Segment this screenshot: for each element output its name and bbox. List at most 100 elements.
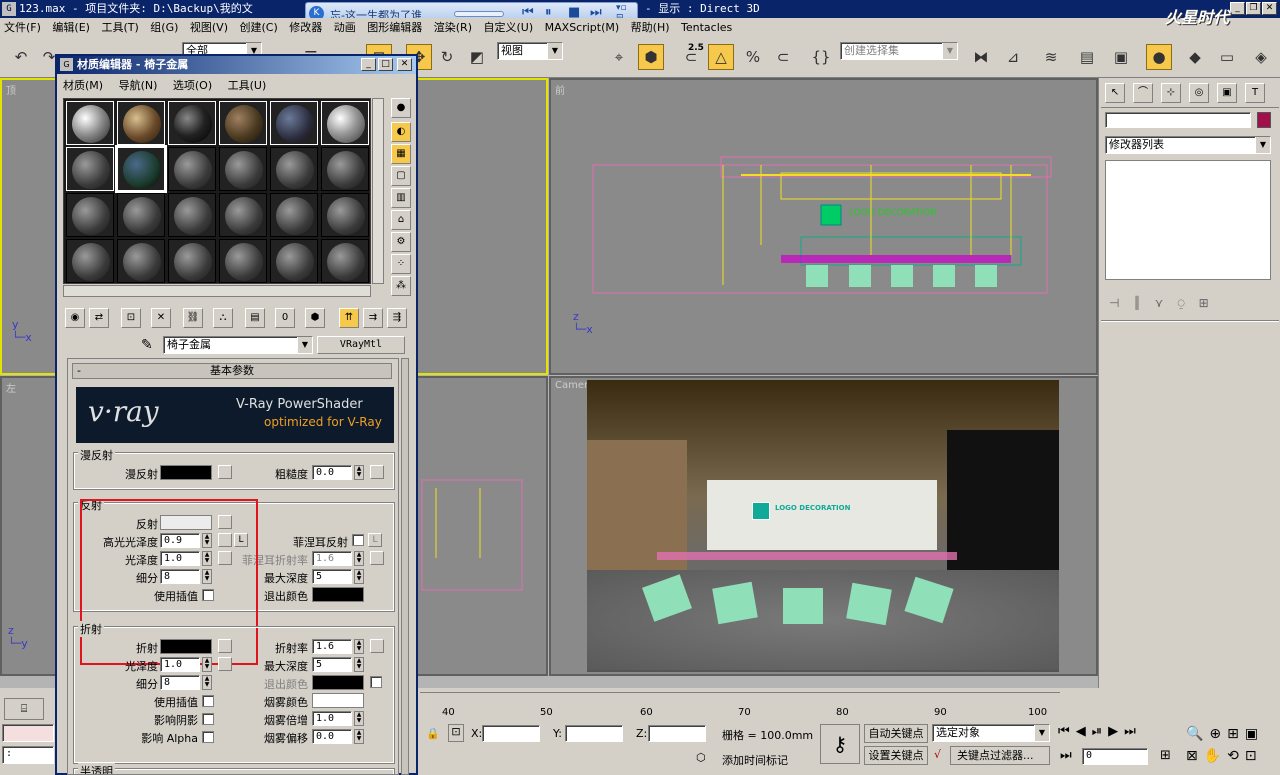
fog-bias-spinner[interactable]: ▲ ▼ <box>354 729 364 744</box>
material-editor-icon[interactable]: ● <box>1146 44 1172 70</box>
sample-slot-2[interactable] <box>117 101 165 145</box>
menu-tentacles[interactable]: Tentacles <box>681 21 732 34</box>
viewport-nav-bottom[interactable]: ⊠✋⟲⊡ <box>1186 748 1263 764</box>
ior-field[interactable]: 1.6 <box>312 639 352 654</box>
affect-shadows-checkbox[interactable] <box>202 713 214 725</box>
menu-maxscript[interactable]: MAXScript(M) <box>545 21 620 34</box>
auto-key-button[interactable]: 自动关键点 <box>864 724 928 743</box>
maxscript-listener-field[interactable] <box>2 724 54 742</box>
pick-from-object-icon[interactable]: ⇶ <box>387 308 407 328</box>
fresnel-checkbox[interactable] <box>352 534 364 546</box>
ior-map-button[interactable] <box>370 639 384 653</box>
params-scrollbar[interactable] <box>401 358 409 775</box>
material-name-field[interactable]: 椅子金属 ▼ <box>163 336 313 354</box>
menu-view[interactable]: 视图(V) <box>190 21 228 34</box>
diffuse-color-swatch[interactable] <box>160 465 212 480</box>
y-coord-field[interactable] <box>565 725 623 742</box>
key-mode-icon[interactable]: √ <box>934 748 941 761</box>
roughness-map-button[interactable] <box>370 465 384 479</box>
ior-spinner[interactable]: ▲ ▼ <box>354 639 364 654</box>
viewport-camera[interactable]: Camera01 LOGO DECORATION <box>549 376 1098 676</box>
select-scale-icon[interactable]: ◩ <box>464 44 490 70</box>
key-filters-button[interactable]: 关键点过滤器... <box>950 746 1050 765</box>
mat-menu-material[interactable]: 材质(M) <box>63 79 103 92</box>
minimize-button[interactable]: _ <box>1230 2 1245 15</box>
edit-named-selection-icon[interactable]: {} <box>808 44 834 70</box>
select-by-material-icon[interactable]: ⁘ <box>391 254 411 274</box>
refl-exit-color-swatch[interactable] <box>312 587 364 602</box>
sample-slot-12[interactable] <box>321 147 369 191</box>
modifier-stack[interactable] <box>1105 160 1271 280</box>
sample-slot-1[interactable] <box>66 101 114 145</box>
menu-tools[interactable]: 工具(T) <box>101 21 138 34</box>
refr-interp-checkbox[interactable] <box>202 695 214 707</box>
object-name-field[interactable] <box>1105 112 1251 128</box>
align-icon[interactable]: ⊿ <box>1000 44 1026 70</box>
rendered-frame-icon[interactable]: ▭ <box>1214 44 1240 70</box>
named-selection-dropdown[interactable]: 创建选择集 ▼ <box>840 42 958 60</box>
refl-maxdepth-field[interactable]: 5 <box>312 569 352 584</box>
show-end-result-icon[interactable]: ⬢ <box>305 308 325 328</box>
mini-listener-icon[interactable]: ⌸ <box>4 698 44 720</box>
mirror-icon[interactable]: ⧓ <box>968 44 994 70</box>
assign-to-selection-icon[interactable]: ⊡ <box>121 308 141 328</box>
sample-slot-10[interactable] <box>219 147 267 191</box>
sample-slot-23[interactable] <box>270 239 318 283</box>
quick-render-icon[interactable]: ◈ <box>1248 44 1274 70</box>
sample-slot-19[interactable] <box>66 239 114 283</box>
menu-help[interactable]: 帮助(H) <box>631 21 670 34</box>
fog-mult-spinner[interactable]: ▲ ▼ <box>354 711 364 726</box>
current-frame-field[interactable]: 0 <box>1082 748 1148 765</box>
mat-menu-utilities[interactable]: 工具(U) <box>228 79 267 92</box>
key-mode-toggle-icon[interactable]: ⏭ <box>1060 748 1072 763</box>
sample-slot-4[interactable] <box>219 101 267 145</box>
uv-tiling-icon[interactable]: ▢ <box>391 166 411 186</box>
mat-close-button[interactable]: ✕ <box>397 58 412 71</box>
playback-controls[interactable]: ⏮◀⏯▶⏭ <box>1058 724 1142 739</box>
spinner-snap-icon[interactable]: ⊂ <box>770 44 796 70</box>
refr-subdiv-field[interactable]: 8 <box>160 675 200 690</box>
mat-maximize-button[interactable]: □ <box>378 58 393 71</box>
absolute-mode-icon[interactable]: ⊡ <box>448 724 464 742</box>
select-rotate-icon[interactable]: ↻ <box>434 44 460 70</box>
material-type-button[interactable]: VRayMtl <box>317 336 405 354</box>
put-to-scene-icon[interactable]: ⇄ <box>89 308 109 328</box>
fog-mult-field[interactable]: 1.0 <box>312 711 352 726</box>
make-preview-icon[interactable]: ⌂ <box>391 210 411 230</box>
video-color-check-icon[interactable]: ▥ <box>391 188 411 208</box>
modifier-list-dropdown[interactable]: 修改器列表 ▼ <box>1105 136 1271 154</box>
add-time-tag[interactable]: 添加时间标记 <box>722 752 788 768</box>
viewport-front[interactable]: 前 LOGO DECORATION z └─x <box>549 78 1098 375</box>
menu-rendering[interactable]: 渲染(R) <box>434 21 472 34</box>
sample-slot-15[interactable] <box>168 193 216 237</box>
sample-slot-14[interactable] <box>117 193 165 237</box>
schematic-view-icon[interactable]: ▣ <box>1108 44 1134 70</box>
sample-slot-17[interactable] <box>270 193 318 237</box>
fresnel-lock-button[interactable]: L <box>368 533 382 547</box>
sample-slot-6[interactable] <box>321 101 369 145</box>
sample-slots-grid[interactable] <box>63 98 371 284</box>
time-tag-icon[interactable]: ⬡ <box>696 751 706 764</box>
refr-gloss-map-button[interactable] <box>218 657 232 671</box>
refl-maxdepth-spinner[interactable]: ▲ ▼ <box>354 569 364 584</box>
display-tab-icon[interactable]: ▣ <box>1217 83 1237 103</box>
fog-color-swatch[interactable] <box>312 693 364 708</box>
curve-editor-icon[interactable]: ▤ <box>1074 44 1100 70</box>
set-key-icon[interactable]: ⚷ <box>820 724 860 764</box>
affect-alpha-checkbox[interactable] <box>202 731 214 743</box>
mat-menu-options[interactable]: 选项(O) <box>173 79 212 92</box>
menu-customize[interactable]: 自定义(U) <box>484 21 534 34</box>
x-coord-field[interactable] <box>482 725 540 742</box>
time-config-icon[interactable]: ⊞ <box>1160 748 1171 763</box>
refr-exit-color-swatch[interactable] <box>312 675 364 690</box>
create-tab-icon[interactable]: ↖ <box>1105 83 1125 103</box>
layer-manager-icon[interactable]: ≋ <box>1038 44 1064 70</box>
refr-maxdepth-spinner[interactable]: ▲ ▼ <box>354 657 364 672</box>
go-forward-sibling-icon[interactable]: ⇉ <box>363 308 383 328</box>
sample-slot-18[interactable] <box>321 193 369 237</box>
get-material-icon[interactable]: ◉ <box>65 308 85 328</box>
menu-group[interactable]: 组(G) <box>150 21 178 34</box>
make-unique-icon[interactable]: ⛓ <box>183 308 203 328</box>
sample-slot-5[interactable] <box>270 101 318 145</box>
rollout-basic-params[interactable]: - 基本参数 <box>72 363 392 379</box>
